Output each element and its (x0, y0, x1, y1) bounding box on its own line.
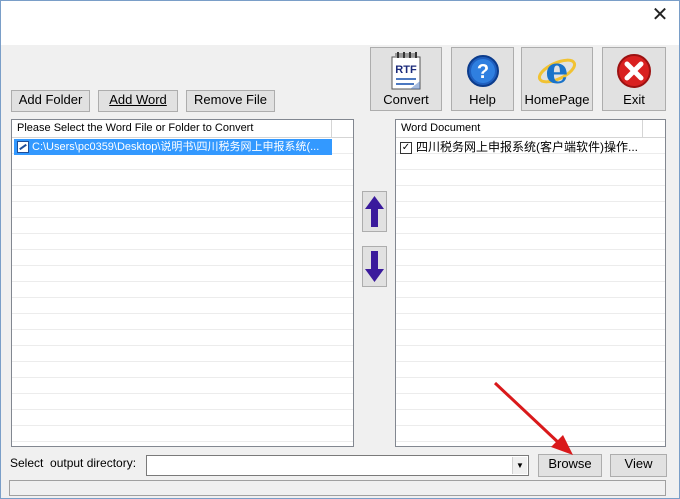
help-label: Help (469, 92, 496, 107)
add-folder-button[interactable]: Add Folder (11, 90, 90, 112)
exit-label: Exit (623, 92, 645, 107)
source-list-header-filler (332, 120, 353, 138)
annotation-arrow-icon (493, 381, 573, 455)
move-down-icon (365, 251, 384, 282)
help-icon: ? (466, 54, 500, 88)
source-file-list[interactable]: Please Select the Word File or Folder to… (11, 119, 354, 447)
add-word-button[interactable]: Add Word (98, 90, 178, 112)
help-button[interactable]: ? Help (451, 47, 514, 111)
svg-text:?: ? (476, 61, 488, 83)
main-window: ✕ Add Folder Add Word Remove File RTF Co… (0, 0, 680, 499)
move-up-button[interactable] (362, 191, 387, 232)
word-list-header[interactable]: Word Document (396, 120, 643, 138)
move-down-button[interactable] (362, 246, 387, 287)
source-list-header[interactable]: Please Select the Word File or Folder to… (12, 120, 332, 138)
title-bar: ✕ (1, 1, 679, 45)
view-button[interactable]: View (610, 454, 667, 477)
move-up-icon (365, 196, 384, 227)
word-list-item[interactable]: 四川税务网上申报系统(客户端软件)操作... (416, 139, 638, 155)
convert-button[interactable]: RTF Convert (370, 47, 442, 111)
homepage-label: HomePage (524, 92, 590, 107)
source-list-item[interactable]: C:\Users\pc0359\Desktop\说明书\四川税务网上申报系统(.… (14, 139, 332, 155)
rtf-icon: RTF (386, 51, 426, 91)
homepage-button[interactable]: e HomePage (521, 47, 593, 111)
svg-text:e: e (546, 51, 569, 91)
svg-text:RTF: RTF (395, 64, 417, 76)
close-icon[interactable]: ✕ (647, 3, 673, 27)
word-list-header-filler (643, 120, 665, 138)
word-file-icon (17, 141, 29, 153)
exit-button[interactable]: Exit (602, 47, 666, 111)
word-item-checkbox[interactable]: ✓ (400, 142, 412, 154)
output-directory-label: Select output directory: (10, 456, 137, 470)
status-bar (9, 480, 666, 496)
exit-icon (616, 53, 652, 89)
remove-file-button[interactable]: Remove File (186, 90, 275, 112)
source-item-path: C:\Users\pc0359\Desktop\说明书\四川税务网上申报系统(.… (32, 141, 320, 153)
convert-label: Convert (383, 92, 429, 107)
ie-icon: e (537, 50, 577, 92)
output-directory-combo[interactable]: ▼ (146, 455, 529, 476)
source-list-grid (12, 138, 353, 446)
